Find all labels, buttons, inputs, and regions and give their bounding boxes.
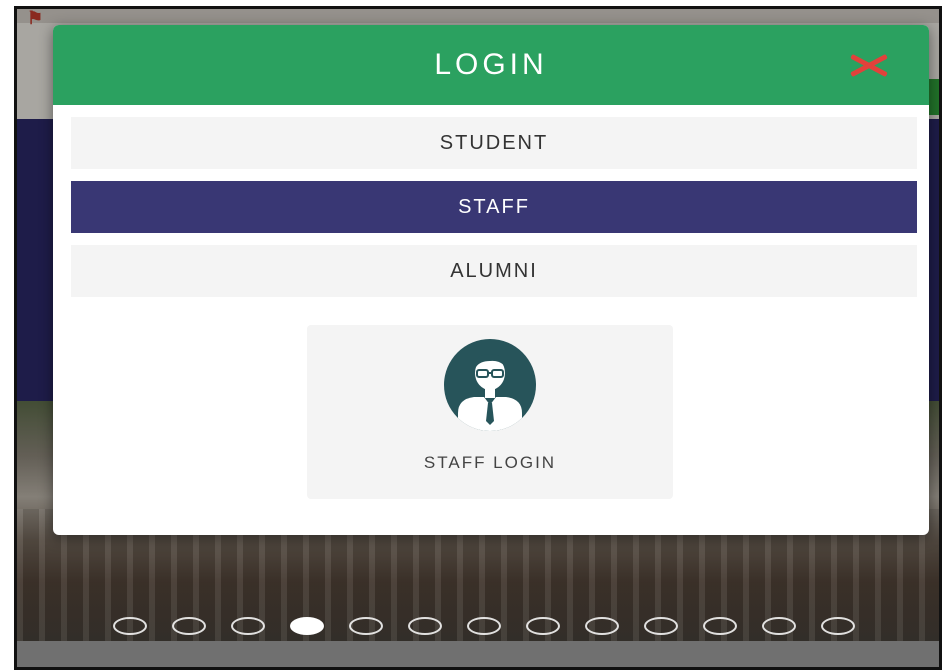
screenshot-frame: ⚑ LOGIN STUDENT STAFF ALUMNI STAFF LOGIN xyxy=(14,6,942,670)
carousel-dot[interactable] xyxy=(113,617,147,635)
staff-login-card[interactable]: STAFF LOGIN xyxy=(307,325,673,499)
tab-label: ALUMNI xyxy=(450,259,538,282)
tab-label: STAFF xyxy=(458,195,530,218)
carousel-dot[interactable] xyxy=(231,617,265,635)
modal-header: LOGIN xyxy=(53,25,929,105)
carousel-dot[interactable] xyxy=(172,617,206,635)
tab-staff[interactable]: STAFF xyxy=(71,181,917,233)
carousel-dot[interactable] xyxy=(644,617,678,635)
carousel-dot[interactable] xyxy=(821,617,855,635)
staff-user-icon xyxy=(444,339,536,431)
carousel-dot[interactable] xyxy=(349,617,383,635)
tab-alumni[interactable]: ALUMNI xyxy=(71,245,917,297)
staff-login-label: STAFF LOGIN xyxy=(423,453,557,472)
tab-label: STUDENT xyxy=(439,131,549,154)
carousel-dot[interactable] xyxy=(290,617,324,635)
close-icon[interactable] xyxy=(849,52,889,78)
carousel-dot[interactable] xyxy=(408,617,442,635)
modal-title: LOGIN xyxy=(434,48,548,81)
login-modal: LOGIN STUDENT STAFF ALUMNI STAFF LOGIN xyxy=(53,25,929,535)
carousel-dot[interactable] xyxy=(526,617,560,635)
carousel-dot[interactable] xyxy=(762,617,796,635)
carousel-dot[interactable] xyxy=(703,617,737,635)
tab-student[interactable]: STUDENT xyxy=(71,117,917,169)
carousel-dot[interactable] xyxy=(467,617,501,635)
carousel-dots xyxy=(113,617,855,635)
carousel-dot[interactable] xyxy=(585,617,619,635)
